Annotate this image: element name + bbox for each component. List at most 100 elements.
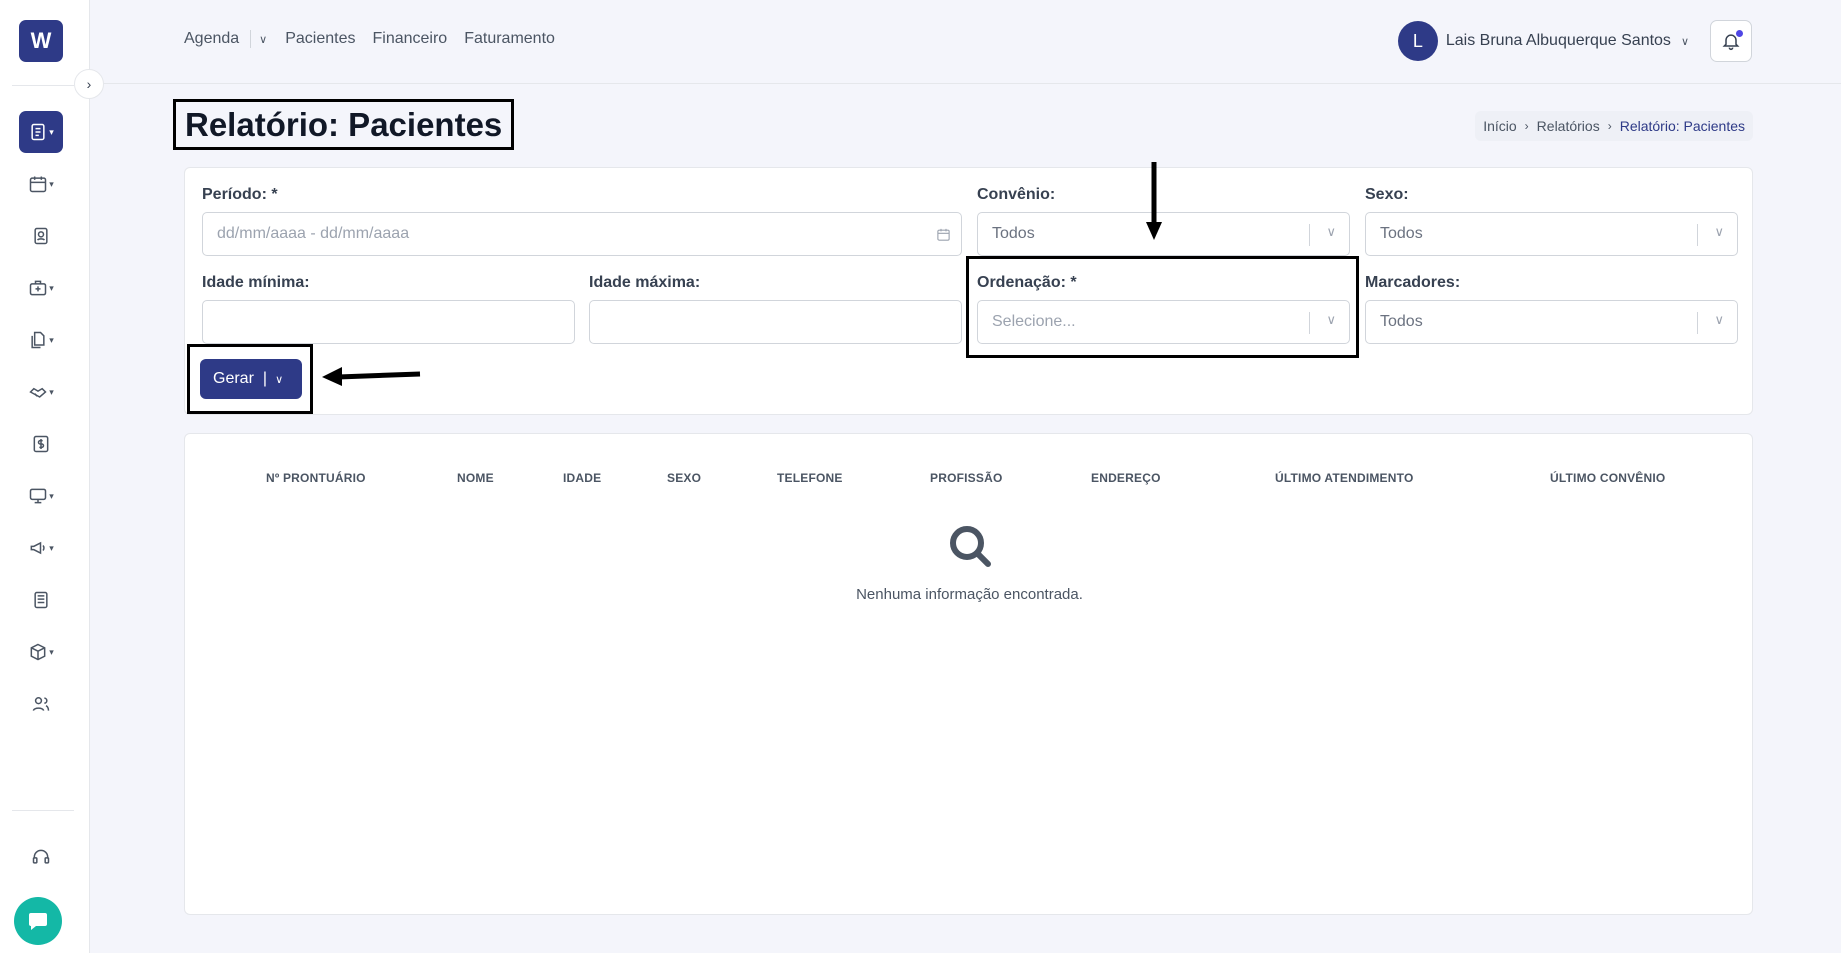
- nav-pacientes[interactable]: Pacientes: [285, 30, 355, 48]
- marcadores-label: Marcadores:: [1365, 274, 1461, 291]
- column-header[interactable]: ENDEREÇO: [1091, 471, 1161, 485]
- handshake-icon: [29, 387, 47, 398]
- calendar-icon: [29, 176, 47, 193]
- chevron-down-icon[interactable]: ∨: [275, 373, 283, 386]
- column-header[interactable]: ÚLTIMO ATENDIMENTO: [1275, 471, 1413, 485]
- sidebar-item-reports[interactable]: ▾: [19, 111, 63, 153]
- sexo-label: Sexo:: [1365, 186, 1409, 203]
- chat-button[interactable]: [14, 897, 62, 945]
- nav-divider: [250, 30, 252, 48]
- arrow-down-icon: [1146, 162, 1162, 240]
- column-header[interactable]: SEXO: [667, 471, 701, 485]
- column-header[interactable]: Nº PRONTUÁRIO: [266, 471, 366, 485]
- sidebar-item-care[interactable]: ▾: [19, 371, 63, 413]
- convenio-value: Todos: [992, 225, 1035, 242]
- dollar-icon: [33, 435, 49, 453]
- chevron-right-icon: ›: [1607, 119, 1612, 133]
- sidebar-item-support[interactable]: [19, 836, 63, 878]
- empty-message: Nenhuma informação encontrada.: [856, 586, 1083, 603]
- idade-min-input[interactable]: [202, 300, 575, 344]
- sidebar-item-screen[interactable]: ▾: [19, 475, 63, 517]
- idade-max-input[interactable]: [589, 300, 962, 344]
- notifications-button[interactable]: [1710, 20, 1752, 62]
- box-icon: [30, 643, 46, 661]
- select-divider: [1309, 312, 1310, 334]
- select-divider: [1697, 312, 1698, 334]
- sidebar: W ▾ ▾ ▾ ▾ ▾ ▾ ▾ ▾: [0, 0, 90, 953]
- sidebar-item-patients[interactable]: [19, 215, 63, 257]
- sexo-value: Todos: [1380, 225, 1423, 242]
- results-table: Nº PRONTUÁRIO NOME IDADE SEXO TELEFONE P…: [184, 433, 1753, 915]
- chevron-down-icon: ∨: [1326, 224, 1336, 239]
- avatar: L: [1397, 21, 1438, 61]
- nav-agenda[interactable]: Agenda: [184, 30, 239, 48]
- sidebar-item-finance[interactable]: [19, 423, 63, 465]
- monitor-icon: [29, 488, 47, 504]
- chevron-down-icon: ∨: [1714, 224, 1724, 239]
- headset-icon: [32, 849, 50, 864]
- notification-dot: [1735, 29, 1744, 38]
- column-header[interactable]: IDADE: [563, 471, 601, 485]
- sexo-select[interactable]: Todos ∨: [1365, 212, 1738, 256]
- column-header[interactable]: PROFISSÃO: [930, 471, 1002, 485]
- chevron-right-icon: ›: [1524, 119, 1529, 133]
- app-logo[interactable]: W: [19, 20, 63, 62]
- select-divider: [1697, 224, 1698, 246]
- user-name: Lais Bruna Albuquerque Santos: [1445, 32, 1671, 49]
- column-header[interactable]: ÚLTIMO CONVÊNIO: [1550, 471, 1665, 485]
- breadcrumb-home[interactable]: Início: [1483, 118, 1516, 134]
- arrow-left-icon: [322, 367, 421, 386]
- button-divider: |: [262, 370, 268, 387]
- sidebar-item-calendar[interactable]: ▾: [19, 163, 63, 205]
- breadcrumb-reports[interactable]: Relatórios: [1537, 118, 1600, 134]
- medical-case-icon: [29, 280, 47, 296]
- column-header[interactable]: NOME: [457, 471, 494, 485]
- logo-letter: W: [30, 28, 52, 53]
- nav-financeiro[interactable]: Financeiro: [373, 30, 448, 48]
- sidebar-item-inventory[interactable]: ▾: [19, 631, 63, 673]
- search-icon: [950, 526, 991, 567]
- page-title: Relatório: Pacientes: [173, 99, 515, 150]
- calendar-icon: [937, 228, 950, 241]
- main-nav: Agenda ∨ Pacientes Financeiro Faturament…: [184, 30, 572, 48]
- ordenacao-label: Ordenação: *: [977, 274, 1077, 291]
- chevron-down-icon: ∨: [1680, 35, 1689, 48]
- periodo-label: Período: *: [202, 186, 278, 203]
- idade-max-label: Idade máxima:: [589, 274, 701, 291]
- sidebar-divider: [12, 810, 74, 811]
- user-menu[interactable]: L Lais Bruna Albuquerque Santos ∨: [1397, 21, 1689, 61]
- chevron-down-icon[interactable]: ∨: [259, 33, 267, 46]
- report-icon: [31, 123, 45, 141]
- select-divider: [1309, 224, 1310, 246]
- periodo-input[interactable]: dd/mm/aaaa - dd/mm/aaaa: [202, 212, 962, 256]
- gerar-label: Gerar: [213, 370, 254, 387]
- chevron-down-icon: ∨: [1714, 312, 1724, 327]
- chat-icon: [29, 913, 47, 930]
- users-icon: [32, 697, 50, 711]
- idade-min-label: Idade mínima:: [202, 274, 310, 291]
- sidebar-item-users[interactable]: [19, 683, 63, 725]
- nav-faturamento[interactable]: Faturamento: [464, 30, 555, 48]
- column-header[interactable]: TELEFONE: [777, 471, 843, 485]
- ordenacao-select[interactable]: Selecione... ∨: [977, 300, 1350, 344]
- marcadores-value: Todos: [1380, 313, 1423, 330]
- sidebar-item-documents[interactable]: ▾: [19, 319, 63, 361]
- top-bar: Agenda ∨ Pacientes Financeiro Faturament…: [90, 0, 1841, 84]
- periodo-placeholder: dd/mm/aaaa - dd/mm/aaaa: [217, 225, 410, 242]
- breadcrumb: Início › Relatórios › Relatório: Pacient…: [1475, 111, 1753, 141]
- chevron-right-icon: ›: [86, 76, 92, 92]
- sidebar-divider: [12, 85, 74, 86]
- sidebar-toggle-button[interactable]: ›: [74, 69, 104, 99]
- ordenacao-placeholder: Selecione...: [992, 313, 1076, 330]
- chevron-down-icon: ∨: [1326, 312, 1336, 327]
- megaphone-icon: [30, 541, 45, 555]
- id-badge-icon: [34, 227, 48, 245]
- sidebar-item-news[interactable]: [19, 579, 63, 621]
- sidebar-item-marketing[interactable]: ▾: [19, 527, 63, 569]
- sidebar-item-medical[interactable]: ▾: [19, 267, 63, 309]
- gerar-button[interactable]: Gerar | ∨: [200, 359, 302, 399]
- marcadores-select[interactable]: Todos ∨: [1365, 300, 1738, 344]
- convenio-label: Convênio:: [977, 186, 1056, 203]
- newspaper-icon: [34, 591, 48, 609]
- breadcrumb-current: Relatório: Pacientes: [1619, 118, 1745, 134]
